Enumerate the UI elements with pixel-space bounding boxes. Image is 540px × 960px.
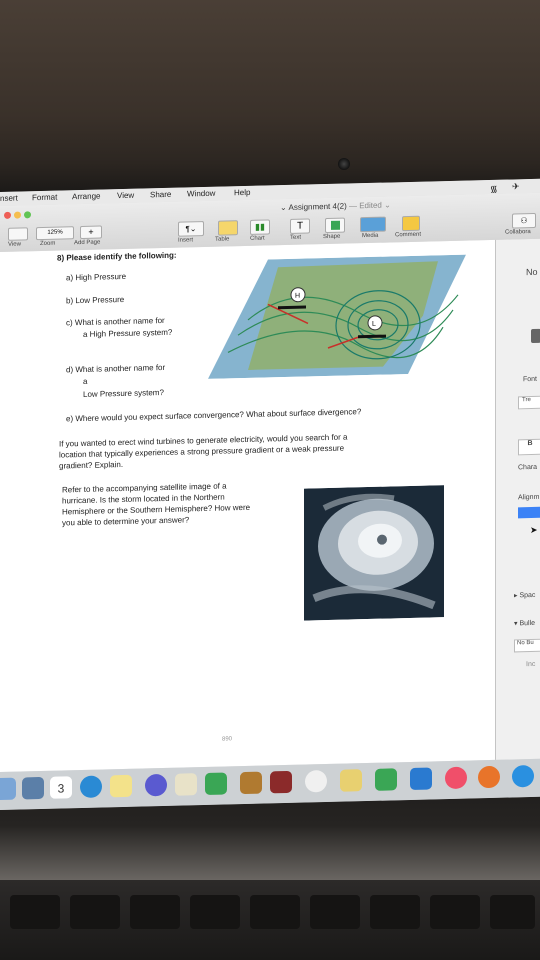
chart-label: Chart (250, 235, 265, 242)
font-family-select[interactable]: Tre (518, 395, 540, 410)
menu-view[interactable]: View (117, 191, 134, 200)
collaborate-icon[interactable]: ⚇ (512, 212, 536, 229)
zoom-window-button[interactable] (24, 211, 31, 219)
sidebar-chara-label: Chara (518, 463, 538, 472)
key (370, 895, 420, 929)
document-title: ⌄ Assignment 4(2) — Edited ⌄ (280, 200, 391, 213)
zoom-label: Zoom (40, 240, 56, 248)
sidebar-alignment-label: Alignm (518, 493, 540, 502)
messages-icon[interactable] (80, 775, 102, 799)
finder-icon[interactable] (0, 777, 16, 801)
insert-label: Insert (178, 237, 194, 244)
item-b: b) Low Pressure (66, 294, 125, 306)
chart-icon[interactable]: ▮▮ (250, 219, 270, 235)
photos-icon[interactable] (305, 770, 327, 793)
format-sidebar: No Font Tre B Chara Alignm ➤ ▸ Spac ▾ Bu… (495, 238, 540, 760)
key (310, 895, 360, 929)
shape-label: Shape (323, 233, 341, 241)
webcam (338, 158, 350, 170)
map-high-label: H (295, 293, 300, 300)
key (490, 895, 535, 929)
photo-booth-icon[interactable] (270, 770, 292, 794)
facetime-icon[interactable] (205, 772, 227, 795)
table-icon[interactable] (218, 220, 238, 236)
sidebar-bullets-label: ▾ Bulle (514, 619, 536, 628)
key (190, 895, 240, 929)
hurricane-satellite-image[interactable] (304, 485, 444, 621)
text-label: Text (290, 234, 302, 241)
sidebar-no-label: No (526, 266, 538, 278)
laptop-screen: nsert Format Arrange View Share Window H… (0, 178, 540, 811)
itunes-icon[interactable] (445, 766, 467, 790)
close-window-button[interactable] (4, 211, 11, 219)
numbers-icon[interactable] (375, 768, 397, 791)
calendar-icon[interactable]: 3 (50, 776, 72, 799)
document-page[interactable]: 8) Please identify the following: a) Hig… (0, 239, 495, 772)
menu-insert[interactable]: nsert (0, 194, 18, 203)
app-store-icon[interactable] (512, 764, 534, 788)
shape-icon[interactable] (325, 217, 345, 234)
mouse-cursor-icon: ➤ (530, 524, 538, 536)
key (430, 895, 480, 929)
bold-button[interactable]: B (518, 438, 540, 456)
zoom-select[interactable]: 125% (36, 226, 74, 241)
menu-arrange[interactable]: Arrange (72, 192, 100, 202)
text-icon[interactable]: T (290, 218, 310, 234)
item-d-line3: Low Pressure system? (83, 387, 164, 399)
add-page-icon[interactable]: + (80, 225, 102, 240)
key (250, 895, 300, 929)
pressure-map-image[interactable]: H L (208, 254, 466, 379)
item-d-line2: a (83, 376, 88, 386)
menu-format[interactable]: Format (32, 193, 57, 203)
sidebar-font-label: Font (523, 375, 538, 384)
keynote-icon[interactable] (410, 767, 432, 790)
add-page-label: Add Page (74, 239, 101, 247)
question-heading: 8) Please identify the following: (57, 250, 177, 263)
word-count: 890 (222, 736, 233, 743)
menu-share[interactable]: Share (150, 190, 171, 200)
view-menu-icon[interactable] (8, 227, 28, 241)
key (70, 895, 120, 929)
comment-label: Comment (395, 231, 422, 239)
menu-help[interactable]: Help (234, 188, 250, 197)
launchpad-icon[interactable] (145, 773, 167, 797)
item-c-line2: a High Pressure system? (83, 327, 173, 339)
pages-icon[interactable] (340, 769, 362, 792)
sidebar-spacing-label: ▸ Spac (514, 591, 536, 600)
media-icon[interactable] (360, 216, 386, 233)
airdrop-icon[interactable]: ✈ (512, 181, 520, 192)
item-d-line1: d) What is another name for (66, 362, 166, 375)
maps-icon[interactable] (175, 773, 197, 796)
menu-window[interactable]: Window (187, 189, 215, 199)
key (10, 895, 60, 929)
ibooks-icon[interactable] (478, 765, 500, 789)
map-low-label: L (372, 321, 376, 328)
key (130, 895, 180, 929)
align-left-button[interactable] (518, 506, 540, 519)
comment-icon[interactable] (402, 215, 420, 232)
photos-app-icon[interactable] (22, 776, 44, 800)
table-label: Table (215, 236, 230, 243)
item-a: a) High Pressure (66, 271, 127, 283)
sidebar-indent-label: Inc (526, 660, 536, 669)
books-icon[interactable] (240, 771, 262, 795)
minimize-window-button[interactable] (14, 211, 21, 219)
view-label: View (8, 241, 21, 248)
collaborate-label: Collabora (505, 229, 531, 236)
bullets-select[interactable]: No Bu (514, 638, 540, 653)
wind-question-line3: gradient? Explain. (59, 459, 124, 471)
notes-icon[interactable] (110, 774, 132, 798)
sidebar-style-swatch[interactable] (531, 328, 540, 344)
media-label: Media (362, 232, 379, 240)
item-e: e) Where would you expect surface conver… (66, 407, 362, 424)
satellite-question-line4: you able to determine your answer? (62, 515, 190, 528)
insert-icon[interactable]: ¶⌄ (178, 221, 204, 237)
